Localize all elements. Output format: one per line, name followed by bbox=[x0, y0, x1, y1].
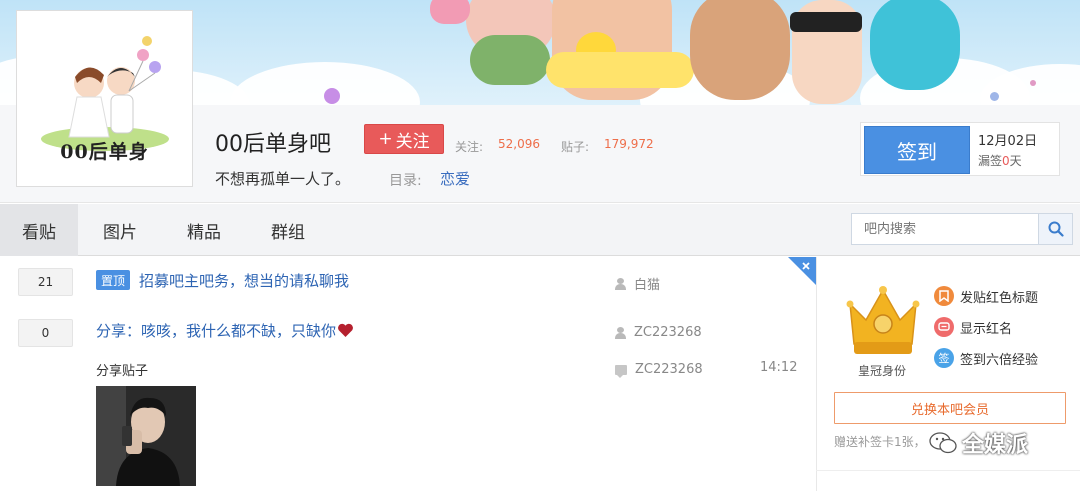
reply-count: 21 bbox=[18, 268, 73, 296]
user-icon bbox=[615, 326, 626, 339]
sidebar-divider bbox=[816, 470, 1080, 471]
tab-posts[interactable]: 看贴 bbox=[0, 204, 78, 256]
last-reply-author[interactable]: ZC223268 bbox=[615, 362, 703, 378]
tab-featured[interactable]: 精品 bbox=[166, 204, 242, 256]
cartoon-fish bbox=[870, 0, 960, 90]
follow-button[interactable]: + 关注 bbox=[364, 124, 444, 154]
posts-label: 贴子: bbox=[561, 140, 590, 154]
signin-button[interactable]: 签到 bbox=[864, 126, 970, 174]
watermark-text: 全媒派 bbox=[962, 433, 1029, 458]
crown-icon bbox=[846, 286, 920, 354]
signin-date: 12月02日 bbox=[978, 134, 1038, 149]
close-icon bbox=[788, 257, 816, 285]
cartoon-bear bbox=[690, 0, 790, 100]
redeem-membership-button[interactable]: 兑换本吧会员 bbox=[834, 392, 1066, 424]
perk-label: 发贴红色标题 bbox=[960, 290, 1039, 306]
posts-count: 179,972 bbox=[604, 137, 654, 151]
last-reply-name: ZC223268 bbox=[635, 362, 703, 377]
sign-icon: 签 bbox=[934, 348, 954, 368]
crown-label: 皇冠身份 bbox=[858, 364, 907, 378]
user-icon bbox=[615, 277, 626, 290]
followers-label: 关注: bbox=[455, 140, 484, 154]
avatar-caption: 00后单身 bbox=[60, 141, 149, 163]
perk-label: 显示红名 bbox=[960, 321, 1013, 337]
perk-red-name: 显示红名 bbox=[934, 317, 1012, 337]
person-photo bbox=[96, 386, 196, 486]
perk-red-title: 发贴红色标题 bbox=[934, 286, 1038, 306]
category-link[interactable]: 恋爱 bbox=[440, 168, 470, 189]
reply-icon bbox=[615, 364, 627, 378]
thread-excerpt: 分享贴子 bbox=[96, 364, 149, 379]
missed-count: 0 bbox=[1002, 154, 1010, 168]
thread-author[interactable]: ZC223268 bbox=[615, 325, 702, 340]
forum-search bbox=[851, 213, 1073, 245]
wechat-icon bbox=[929, 432, 957, 454]
search-icon bbox=[1048, 221, 1064, 237]
signin-panel: 签到 12月02日 漏签0天 bbox=[860, 122, 1060, 176]
search-input[interactable] bbox=[852, 214, 1038, 244]
heart-icon bbox=[338, 323, 353, 337]
pinned-badge: 置顶 bbox=[96, 270, 130, 290]
follow-label: 关注 bbox=[395, 131, 430, 152]
tab-groups[interactable]: 群组 bbox=[250, 204, 326, 256]
thread-author[interactable]: 白猫 bbox=[615, 274, 660, 293]
tab-images[interactable]: 图片 bbox=[82, 204, 158, 256]
thread-title-text: 分享：咳咳，我什么都不缺，只缺你 bbox=[96, 322, 337, 340]
perk-label: 签到六倍经验 bbox=[960, 352, 1039, 368]
forum-page: 00后单身 00后单身吧 + 关注 关注: 52,096 贴子: 179,972… bbox=[0, 0, 1080, 491]
plus-icon: + bbox=[378, 129, 393, 149]
forum-slogan: 不想再孤单一人了。 bbox=[215, 170, 351, 188]
author-name: 白猫 bbox=[634, 278, 661, 293]
followers-count: 52,096 bbox=[498, 137, 540, 151]
thread-title[interactable]: 分享：咳咳，我什么都不缺，只缺你 bbox=[96, 320, 354, 341]
close-corner-button[interactable] bbox=[788, 257, 816, 285]
watermark: 全媒派 bbox=[928, 427, 1028, 459]
signin-missed: 漏签0天 bbox=[978, 154, 1022, 168]
reply-count: 0 bbox=[18, 319, 73, 347]
chat-icon bbox=[934, 317, 954, 337]
forum-avatar[interactable]: 00后单身 bbox=[16, 10, 193, 187]
forum-title[interactable]: 00后单身吧 bbox=[215, 126, 331, 158]
thread-title[interactable]: 招募吧主吧务，想当的请私聊我 bbox=[139, 270, 349, 291]
category-label: 目录: bbox=[389, 173, 422, 189]
bookmark-icon bbox=[934, 286, 954, 306]
gift-text: 赠送补签卡1张， bbox=[834, 435, 926, 449]
search-button[interactable] bbox=[1038, 214, 1072, 244]
last-reply-time: 14:12 bbox=[760, 360, 798, 375]
perk-sign-exp: 签 签到六倍经验 bbox=[934, 348, 1038, 368]
thread-image[interactable] bbox=[96, 386, 196, 486]
author-name: ZC223268 bbox=[634, 325, 702, 340]
